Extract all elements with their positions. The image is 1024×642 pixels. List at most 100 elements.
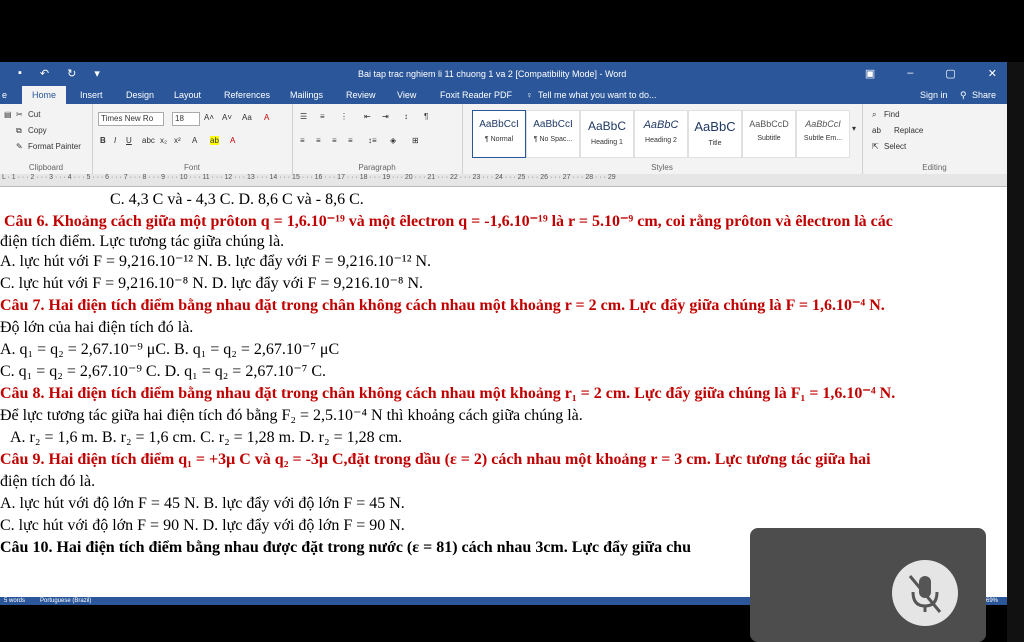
zoom-level[interactable]: 69% [986, 597, 998, 605]
replace-button[interactable]: Replace [894, 126, 923, 135]
window-controls: ▣ – ▢ ✕ [865, 67, 997, 80]
style-preview: AaBbC [643, 119, 679, 131]
style-name: Subtle Em... [803, 135, 843, 142]
format-painter-button[interactable]: Format Painter [28, 142, 81, 151]
horizontal-ruler[interactable]: L · 1 · · · 2 · · · 3 · · · 4 · · · 5 · … [0, 174, 1007, 187]
tab-view[interactable]: View [397, 90, 416, 100]
minimize-icon[interactable]: – [907, 67, 913, 80]
select-button[interactable]: Select [884, 142, 906, 151]
ribbon-home: ▤ ✂ Cut ⧉ Copy ✎ Format Painter Clipboar… [0, 104, 1007, 175]
shading-icon[interactable]: ◈ [390, 136, 396, 145]
style-preview: AaBbC [587, 119, 627, 133]
font-color-icon[interactable]: A [230, 136, 235, 145]
font-label: Font [183, 163, 200, 172]
strikethrough-icon[interactable]: abc [142, 136, 155, 145]
shrink-font-icon[interactable]: A˅ [222, 113, 232, 122]
find-button[interactable]: Find [884, 110, 900, 119]
justify-icon[interactable]: ≡ [348, 136, 353, 145]
word-count[interactable]: 5 words [4, 597, 25, 605]
sort-icon[interactable]: ↕ [404, 112, 408, 121]
borders-icon[interactable]: ⊞ [412, 136, 419, 145]
paragraph-group: ☰ ≡ ⋮ ⇤ ⇥ ↕ ¶ ≡ ≡ ≡ ≡ ↕≡ ◈ ⊞ Paragraph [292, 104, 463, 174]
mic-off-button[interactable] [892, 560, 958, 626]
clear-formatting-icon[interactable]: A [264, 113, 269, 122]
style-subtitle[interactable]: AaBbCcD Subtitle [742, 110, 796, 158]
highlight-icon[interactable]: ab [210, 136, 219, 145]
style-title[interactable]: AaBbC Title [688, 110, 742, 158]
tab-design[interactable]: Design [126, 90, 154, 100]
paste-icon[interactable]: ▤ [4, 110, 12, 119]
find-icon[interactable]: ⌕ [872, 110, 876, 120]
language-status[interactable]: Portuguese (Brazil) [40, 597, 91, 605]
text-effects-icon[interactable]: A [192, 136, 197, 145]
style-name: Title [708, 140, 722, 147]
redo-icon[interactable]: ↻ [67, 67, 76, 80]
close-icon[interactable]: ✕ [988, 67, 997, 80]
superscript-icon[interactable]: x² [174, 136, 181, 145]
numbering-icon[interactable]: ≡ [320, 112, 325, 121]
tab-layout[interactable]: Layout [174, 90, 201, 100]
cut-button[interactable]: Cut [28, 110, 40, 119]
style-subtle-emphasis[interactable]: AaBbCcI Subtle Em... [796, 110, 850, 158]
show-marks-icon[interactable]: ¶ [424, 112, 428, 121]
maximize-icon[interactable]: ▢ [945, 67, 955, 80]
tab-foxit[interactable]: Foxit Reader PDF [440, 90, 512, 100]
document-title: Bai tap trac nghiem li 11 chuong 1 va 2 … [358, 69, 627, 79]
share-button[interactable]: Share [972, 90, 996, 100]
tab-review[interactable]: Review [346, 90, 376, 100]
doc-line: C. 4,3 C và - 4,3 C. D. 8,6 C và - 8,6 C… [110, 191, 364, 208]
customize-qat-icon[interactable]: ▾ [94, 67, 100, 80]
line-spacing-icon[interactable]: ↕≡ [368, 136, 377, 145]
format-painter-icon[interactable]: ✎ [16, 142, 23, 151]
tab-home[interactable]: Home [22, 86, 67, 104]
align-left-icon[interactable]: ≡ [300, 136, 305, 145]
mic-off-icon [908, 575, 942, 613]
style-no-spacing[interactable]: AaBbCcI ¶ No Spac... [526, 110, 580, 158]
sign-in-link[interactable]: Sign in [920, 90, 948, 100]
doc-line: Độ lớn của hai điện tích đó là. [0, 319, 194, 336]
decrease-indent-icon[interactable]: ⇤ [364, 112, 371, 121]
subscript-icon[interactable]: x₂ [160, 136, 167, 145]
tab-mailings[interactable]: Mailings [290, 90, 323, 100]
bullets-icon[interactable]: ☰ [300, 112, 307, 121]
multilevel-list-icon[interactable]: ⋮ [340, 112, 348, 121]
style-heading-1[interactable]: AaBbC Heading 1 [580, 110, 634, 158]
change-case-icon[interactable]: Aa [242, 113, 252, 122]
select-icon[interactable]: ⇱ [872, 142, 879, 151]
style-preview: AaBbCcI [479, 119, 519, 130]
style-name: ¶ Normal [484, 136, 514, 143]
cut-icon[interactable]: ✂ [16, 110, 23, 119]
copy-button[interactable]: Copy [28, 126, 47, 135]
replace-icon[interactable]: ab [872, 126, 881, 135]
tab-references[interactable]: References [224, 90, 270, 100]
ribbon-display-icon[interactable]: ▣ [865, 67, 875, 80]
italic-icon[interactable]: I [114, 136, 116, 145]
quick-access-toolbar: ▪ ↶ ↻ ▾ [18, 67, 100, 80]
answer-line: A. q₁ = q₂ = 2,67.10⁻⁹ μC. B. q₁ = q₂ = … [0, 341, 340, 358]
editing-label: Editing [922, 163, 947, 172]
grow-font-icon[interactable]: A˄ [204, 113, 214, 122]
bold-icon[interactable]: B [100, 136, 106, 145]
style-heading-2[interactable]: AaBbC Heading 2 [634, 110, 688, 158]
align-center-icon[interactable]: ≡ [316, 136, 321, 145]
underline-icon[interactable]: U [126, 136, 132, 145]
increase-indent-icon[interactable]: ⇥ [382, 112, 389, 121]
styles-label: Styles [651, 163, 673, 172]
style-preview: AaBbC [694, 119, 736, 134]
style-normal[interactable]: AaBbCcI ¶ Normal [472, 110, 526, 158]
file-tab[interactable]: e [2, 90, 7, 100]
font-size-box[interactable]: 18 [172, 112, 200, 126]
style-name: Heading 1 [591, 139, 623, 146]
copy-icon[interactable]: ⧉ [16, 126, 22, 136]
undo-icon[interactable]: ↶ [40, 67, 49, 80]
font-name-box[interactable]: Times New Ro [98, 112, 164, 126]
style-preview: AaBbCcI [533, 119, 573, 130]
tell-me-box[interactable]: Tell me what you want to do... [538, 90, 657, 100]
clipboard-label: Clipboard [28, 163, 64, 172]
align-right-icon[interactable]: ≡ [332, 136, 337, 145]
save-icon[interactable]: ▪ [18, 67, 22, 80]
styles-more-icon[interactable]: ▾ [852, 124, 856, 133]
tab-insert[interactable]: Insert [80, 90, 103, 100]
answer-line: C. lực hút với F = 9,216.10⁻⁸ N. D. lực … [0, 275, 424, 292]
style-name: ¶ No Spac... [533, 136, 573, 143]
